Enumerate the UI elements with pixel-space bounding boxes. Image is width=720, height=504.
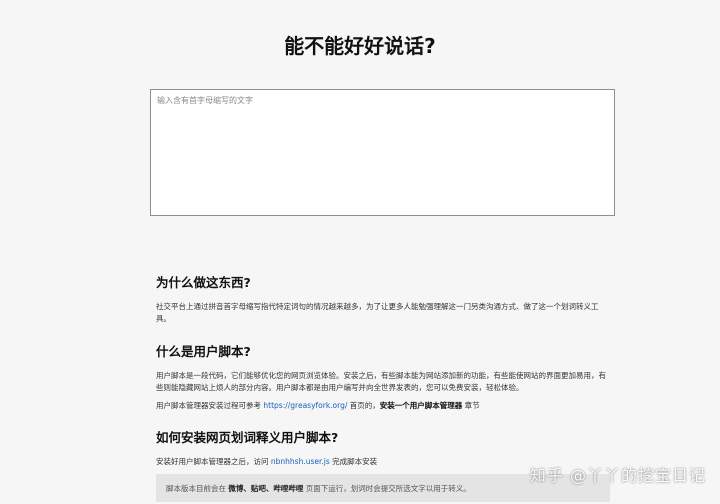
text-fragment: 用户脚本管理器安装过程可参考 — [156, 401, 261, 410]
greasyfork-link[interactable]: https://greasyfork.org/ — [263, 401, 347, 410]
text-fragment: 脚本版本目前会在 — [166, 484, 226, 493]
section-paragraph: 社交平台上通过拼音首字母缩写指代特定词句的情况越来越多，为了让更多人能勉强理解这… — [156, 302, 599, 323]
section-paragraph: 用户脚本管理器安装过程可参考 https://greasyfork.org/ 首… — [156, 400, 606, 412]
section-paragraph: 用户脚本是一段代码，它们能够优化您的网页浏览体验。安装之后，有些脚本能为网站添加… — [156, 371, 606, 392]
section-why: 为什么做这东西? 社交平台上通过拼音首字母缩写指代特定词句的情况越来越多，为了让… — [156, 272, 606, 331]
text-fragment: 首页的， — [349, 401, 380, 410]
section-heading: 如何安装网页划词释义用户脚本? — [156, 430, 339, 445]
userscript-link[interactable]: nbnhhsh.user.js — [271, 457, 330, 466]
text-fragment: 页面下运行，划词时会提交所选文字以用于转义。 — [305, 484, 471, 493]
section-heading: 什么是用户脚本? — [156, 344, 251, 359]
text-fragment: 章节 — [464, 401, 480, 410]
bold-text: 安装一个用户脚本管理器 — [379, 401, 463, 410]
page: 能不能好好说话? 为什么做这东西? 社交平台上通过拼音首字母缩写指代特定词句的情… — [0, 0, 720, 504]
text-fragment: 安装好用户脚本管理器之后，访问 — [156, 457, 269, 466]
abbreviation-input[interactable] — [150, 89, 615, 216]
section-heading: 为什么做这东西? — [156, 275, 251, 290]
text-fragment: 完成脚本安装 — [332, 457, 378, 466]
bold-text: 微博、贴吧、哔哩哔哩 — [228, 484, 304, 493]
watermark: 知乎 @丫丫的挖宝日记 — [529, 466, 706, 485]
page-title: 能不能好好说话? — [284, 34, 436, 58]
section-userscript: 什么是用户脚本? 用户脚本是一段代码，它们能够优化您的网页浏览体验。安装之后，有… — [156, 341, 606, 418]
